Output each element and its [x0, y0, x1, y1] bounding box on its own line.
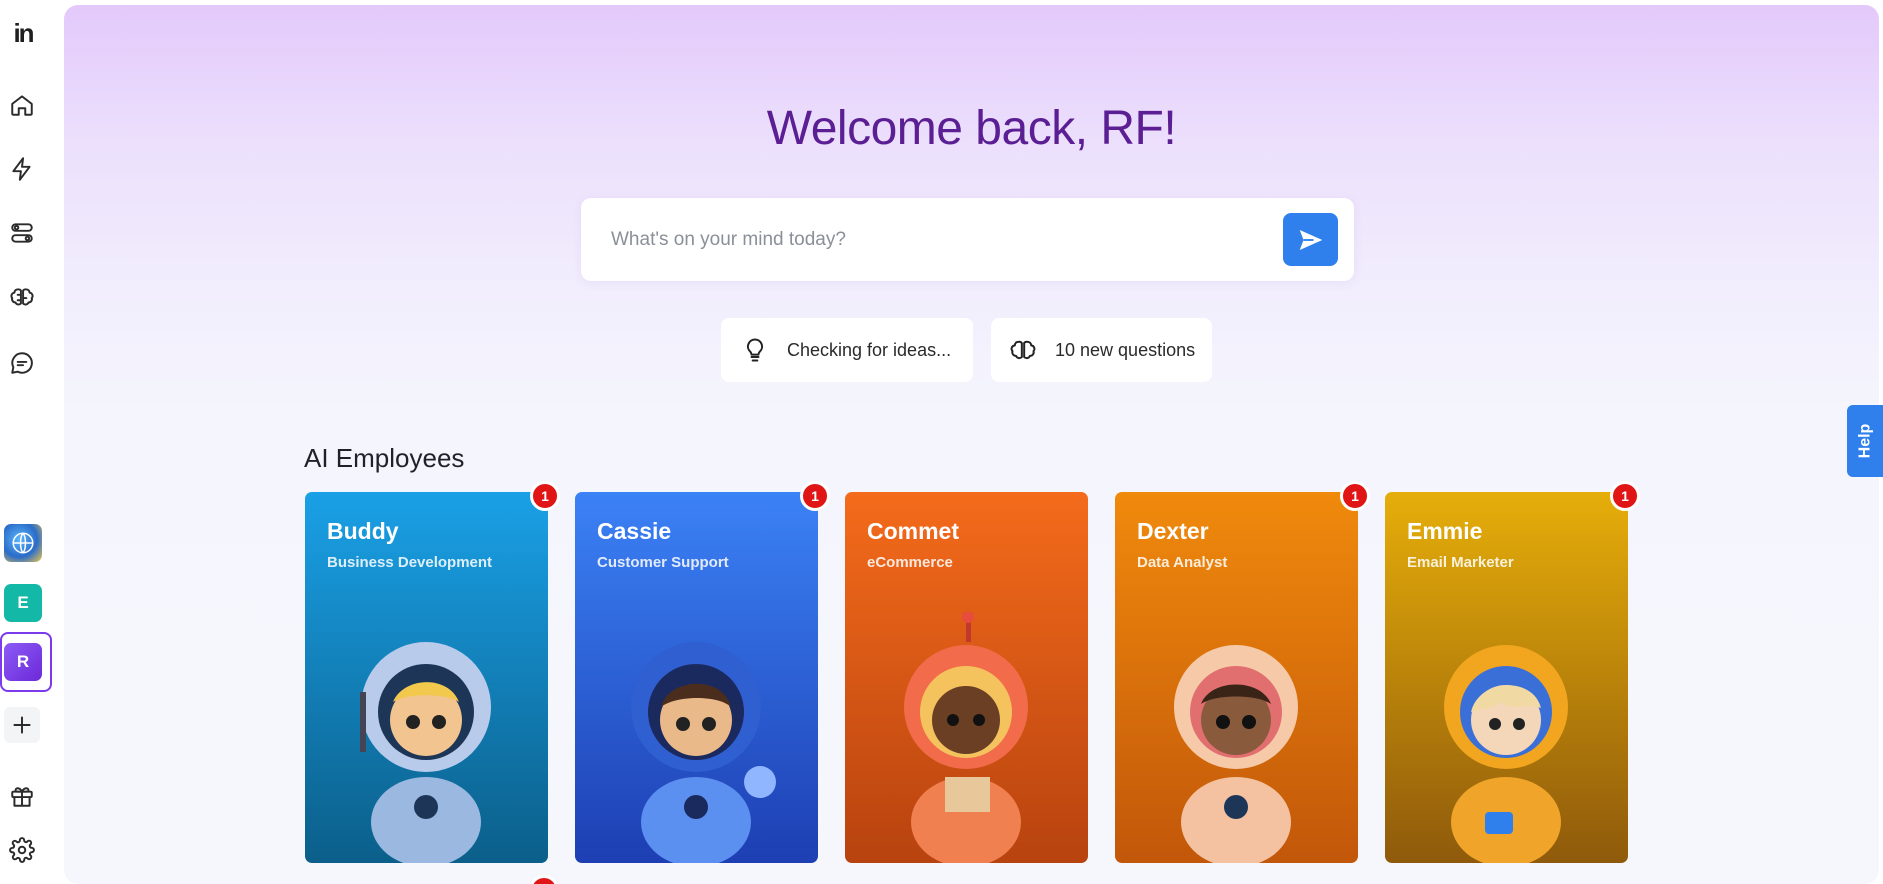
notification-badge-partial	[529, 875, 559, 884]
employee-role: Email Marketer	[1407, 554, 1514, 571]
app-logo[interactable]: in	[6, 16, 40, 50]
employee-card-commet[interactable]: Commet eCommerce	[845, 492, 1088, 863]
notification-badge: 1	[530, 481, 560, 511]
chat-bubble-icon[interactable]	[4, 345, 40, 381]
notification-badge: 1	[1340, 481, 1370, 511]
welcome-heading: Welcome back, RF!	[766, 102, 1177, 155]
plus-icon[interactable]	[4, 707, 40, 743]
employee-role: Customer Support	[597, 554, 729, 571]
toggles-icon[interactable]	[4, 215, 40, 251]
questions-chip[interactable]: 10 new questions	[991, 318, 1212, 382]
employee-name: Commet	[867, 518, 960, 544]
employee-role: Business Development	[327, 554, 493, 571]
notification-badge: 1	[800, 481, 830, 511]
lightning-icon[interactable]	[4, 151, 40, 187]
employee-card-buddy[interactable]: Buddy Business Development	[305, 492, 548, 863]
sidebar: in E R	[0, 0, 64, 884]
employee-role: Data Analyst	[1137, 554, 1228, 571]
gift-icon[interactable]	[4, 778, 40, 814]
employee-name: Cassie	[597, 518, 672, 544]
workspace-r-button[interactable]: R	[4, 643, 42, 681]
astronaut-illustration	[1174, 645, 1298, 863]
notification-badge: 1	[1610, 481, 1640, 511]
employee-card-cassie[interactable]: Cassie Customer Support	[575, 492, 818, 863]
help-tab[interactable]: Help	[1847, 405, 1883, 477]
ai-employees-title: AI Employees	[304, 443, 465, 473]
astronaut-illustration	[360, 642, 491, 863]
astronaut-illustration	[1444, 645, 1568, 863]
brain-icon[interactable]	[4, 279, 40, 315]
ideas-chip[interactable]: Checking for ideas...	[721, 318, 973, 382]
employee-card-dexter[interactable]: Dexter Data Analyst	[1115, 492, 1358, 863]
employee-name: Emmie	[1407, 518, 1483, 544]
brain-icon	[1010, 340, 1036, 360]
gear-icon[interactable]	[4, 832, 40, 868]
prompt-input[interactable]	[611, 220, 1251, 260]
prompt-box	[581, 198, 1354, 281]
workspace-globe-icon[interactable]	[4, 524, 42, 562]
send-icon	[1299, 229, 1322, 250]
questions-chip-label: 10 new questions	[1055, 339, 1196, 360]
astronaut-illustration	[631, 642, 776, 863]
home-icon[interactable]	[4, 87, 40, 123]
employee-card-emmie[interactable]: Emmie Email Marketer	[1385, 492, 1628, 863]
employee-name: Buddy	[327, 518, 399, 544]
employee-name: Dexter	[1137, 518, 1209, 544]
send-button[interactable]	[1283, 213, 1338, 266]
main-panel: Welcome back, RF! Checking for ideas... …	[64, 5, 1879, 884]
workspace-e-button[interactable]: E	[4, 584, 42, 622]
ideas-chip-label: Checking for ideas...	[787, 339, 952, 360]
astronaut-illustration	[904, 612, 1028, 863]
lightbulb-icon	[746, 338, 764, 362]
help-label: Help	[1855, 423, 1873, 459]
employee-role: eCommerce	[867, 554, 953, 571]
